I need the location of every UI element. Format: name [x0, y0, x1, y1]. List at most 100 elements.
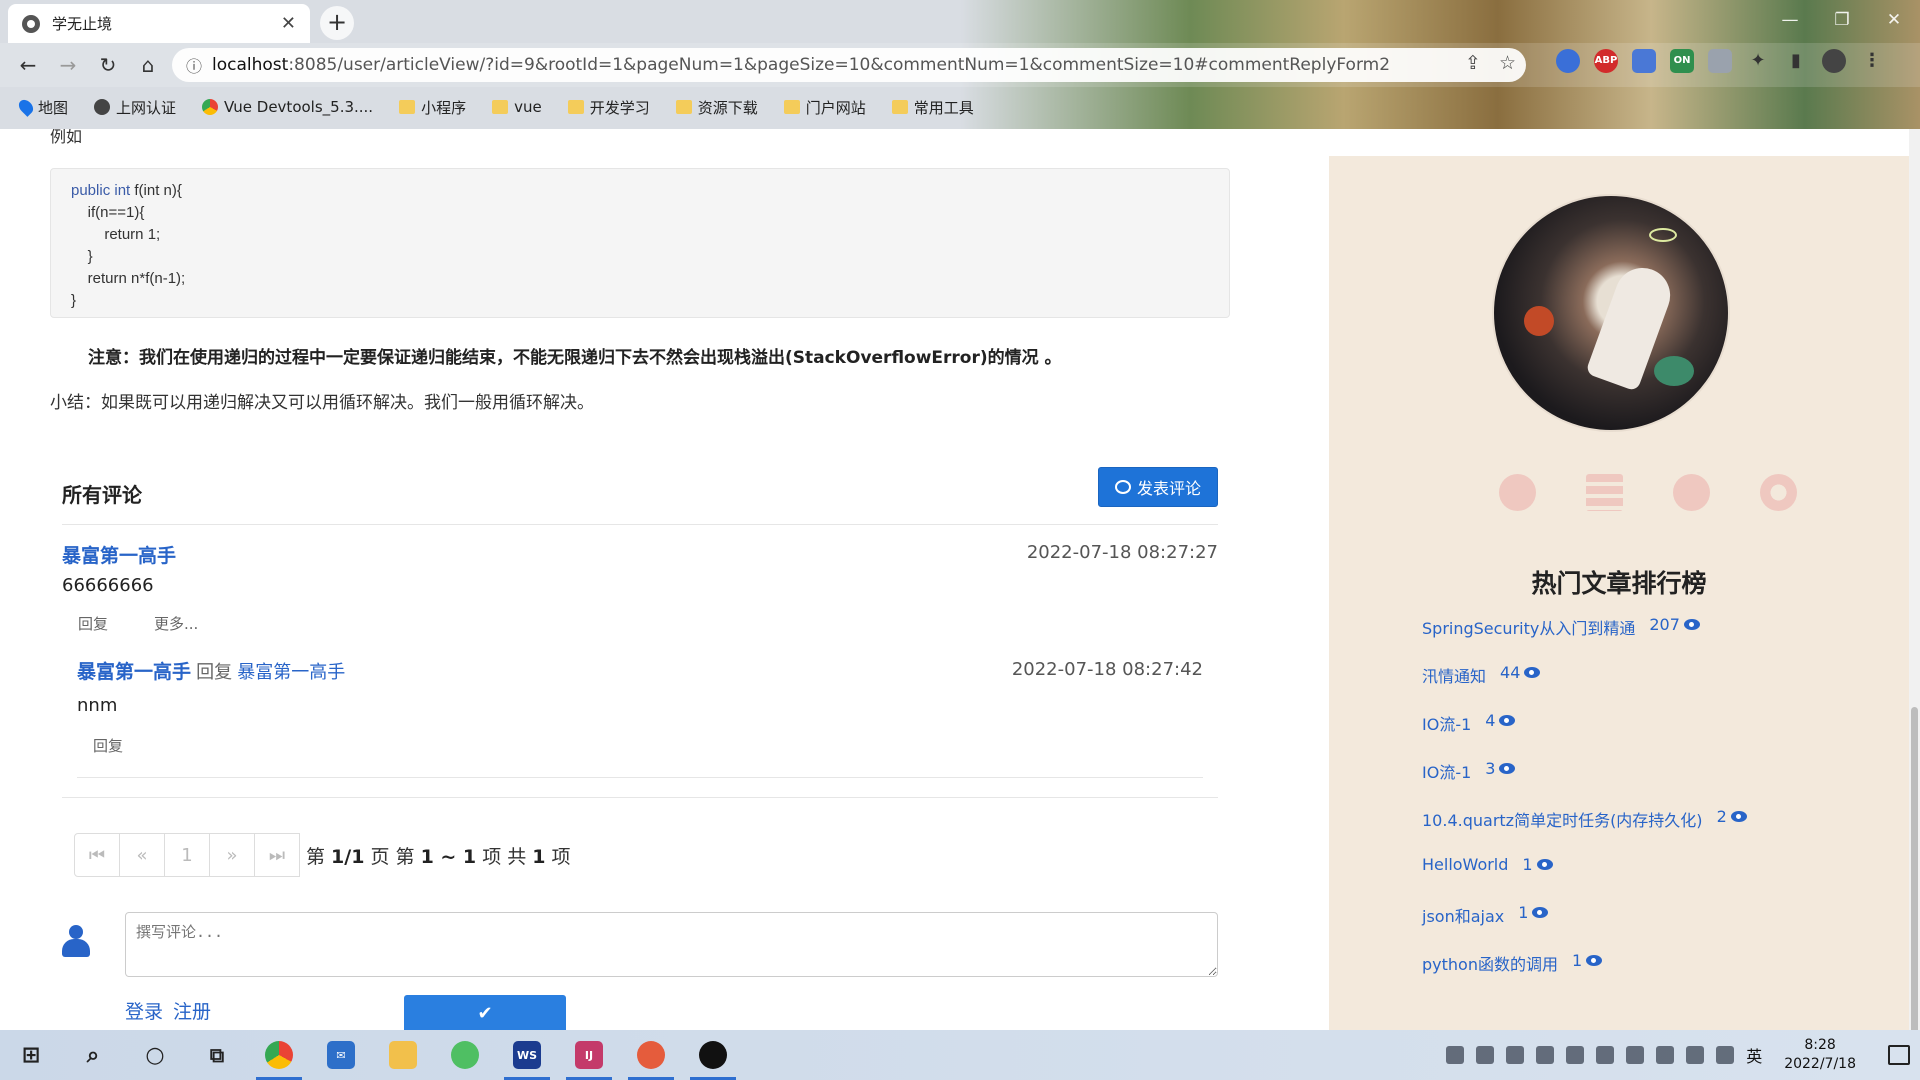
reload-icon[interactable]: ↻	[92, 49, 124, 81]
first-page-button[interactable]: ⏮	[74, 833, 120, 877]
webstorm-icon[interactable]: WS	[496, 1030, 558, 1080]
hot-article-title[interactable]: json和ajax	[1422, 903, 1504, 927]
battery-icon[interactable]	[1686, 1046, 1705, 1064]
post-comment-button[interactable]: 发表评论	[1097, 467, 1218, 507]
clipboard-icon[interactable]	[1596, 1046, 1615, 1064]
address-bar[interactable]: ⓘ localhost:8085/user/articleView/?id=9&…	[172, 48, 1526, 82]
chrome-taskbar-icon[interactable]	[248, 1030, 310, 1080]
bookmark-star-icon[interactable]: ☆	[1499, 52, 1516, 74]
hot-article-item[interactable]: IO流-1 4	[1422, 711, 1747, 759]
reply-author[interactable]: 暴富第一高手	[77, 661, 191, 683]
tray-app-icon[interactable]	[1566, 1046, 1585, 1064]
mail-taskbar-icon[interactable]: ✉	[310, 1030, 372, 1080]
page-1-button[interactable]: 1	[164, 833, 210, 877]
hot-article-item[interactable]: 汛情通知 44	[1422, 663, 1747, 711]
obs-icon[interactable]	[682, 1030, 744, 1080]
last-page-button[interactable]: ⏭	[254, 833, 300, 877]
login-link[interactable]: 登录	[125, 1001, 163, 1023]
menu-kebab-icon[interactable]: ⋮	[1860, 49, 1884, 73]
comment-author[interactable]: 暴富第一高手	[62, 541, 176, 568]
bookmark-folder-miniprogram[interactable]: 小程序	[399, 97, 466, 118]
submit-comment-button[interactable]: ✔	[404, 995, 566, 1030]
task-view-icon[interactable]: ⧉	[186, 1030, 248, 1080]
next-page-button[interactable]: »	[209, 833, 255, 877]
minimize-icon[interactable]: —	[1764, 0, 1816, 40]
home-icon[interactable]: ⌂	[132, 49, 164, 81]
hot-article-title[interactable]: SpringSecurity从入门到精通	[1422, 615, 1635, 639]
cortana-icon[interactable]: ○	[124, 1030, 186, 1080]
hot-article-item[interactable]: python函数的调用 1	[1422, 951, 1747, 999]
hot-article-title[interactable]: IO流-1	[1422, 759, 1471, 783]
nvidia-icon[interactable]	[1476, 1046, 1495, 1064]
translate-extension-icon[interactable]	[1632, 49, 1656, 73]
reply-reply-link[interactable]: 回复	[93, 735, 123, 756]
defender-icon[interactable]	[1626, 1046, 1645, 1064]
hot-article-item[interactable]: SpringSecurity从入门到精通 207	[1422, 615, 1747, 663]
scrollbar-thumb[interactable]	[1911, 707, 1918, 1030]
hot-article-item[interactable]: 10.4.quartz简单定时任务(内存持久化) 2	[1422, 807, 1747, 855]
share-icon[interactable]: ⇪	[1465, 52, 1481, 74]
weibo-icon[interactable]	[1673, 474, 1710, 511]
comment-reply-link[interactable]: 回复	[78, 613, 108, 634]
search-icon[interactable]: ⌕	[62, 1030, 124, 1080]
comment-more-link[interactable]: 更多...	[154, 613, 198, 634]
register-link[interactable]: 注册	[173, 1001, 211, 1023]
hot-article-title[interactable]: 10.4.quartz简单定时任务(内存持久化)	[1422, 807, 1703, 831]
folder-extension-icon[interactable]	[1708, 49, 1732, 73]
hot-article-item[interactable]: HelloWorld 1	[1422, 855, 1747, 903]
restore-icon[interactable]: ❐	[1816, 0, 1868, 40]
on-extension-icon[interactable]: ON	[1670, 49, 1694, 73]
hot-article-title[interactable]: 汛情通知	[1422, 663, 1486, 687]
hot-article-title[interactable]: IO流-1	[1422, 711, 1471, 735]
shield-icon[interactable]	[1446, 1046, 1465, 1064]
chevron-up-icon[interactable]	[1506, 1046, 1525, 1064]
app-green-icon[interactable]	[434, 1030, 496, 1080]
hot-article-title[interactable]: python函数的调用	[1422, 951, 1558, 975]
bookmark-folder-tools[interactable]: 常用工具	[891, 97, 974, 118]
system-clock[interactable]: 8:28 2022/7/18	[1784, 1036, 1856, 1074]
new-tab-button[interactable]: +	[320, 6, 354, 40]
chrome-icon[interactable]	[1760, 474, 1797, 511]
server-icon[interactable]	[1586, 474, 1623, 511]
folder-icon	[567, 100, 584, 114]
volume-icon[interactable]	[1716, 1046, 1735, 1064]
github-icon[interactable]	[1499, 474, 1536, 511]
tab-close-icon[interactable]: ✕	[281, 13, 296, 34]
extensions-puzzle-icon[interactable]: ✦	[1746, 49, 1770, 73]
bookmark-folder-portals[interactable]: 门户网站	[783, 97, 866, 118]
adblock-extension-icon[interactable]: ABP	[1594, 49, 1618, 73]
forward-icon[interactable]: →	[52, 49, 84, 81]
prev-page-button[interactable]: «	[119, 833, 165, 877]
reply-target[interactable]: 暴富第一高手	[237, 662, 345, 683]
comment-textarea[interactable]	[125, 912, 1218, 977]
input-method-indicator[interactable]: 英	[1746, 1043, 1762, 1067]
bookmark-vue-devtools[interactable]: Vue Devtools_5.3....	[202, 98, 373, 116]
security-icon[interactable]	[1536, 1046, 1555, 1064]
close-window-icon[interactable]: ✕	[1868, 0, 1920, 40]
wifi-icon[interactable]	[1656, 1046, 1675, 1064]
hot-article-item[interactable]: IO流-1 3	[1422, 759, 1747, 807]
site-info-icon[interactable]: ⓘ	[186, 53, 202, 77]
profile-avatar-icon[interactable]	[1822, 49, 1846, 73]
browser-tab[interactable]: 学无止境 ✕	[8, 4, 310, 43]
back-icon[interactable]: ←	[12, 49, 44, 81]
notification-center-icon[interactable]	[1888, 1045, 1910, 1065]
extension-globe-icon[interactable]	[1556, 49, 1580, 73]
intellij-icon[interactable]: IJ	[558, 1030, 620, 1080]
side-panel-icon[interactable]: ▮	[1784, 49, 1808, 73]
page-scrollbar[interactable]	[1909, 129, 1920, 1030]
hot-article-title[interactable]: HelloWorld	[1422, 855, 1508, 874]
bookmark-folder-downloads[interactable]: 资源下载	[675, 97, 758, 118]
bookmark-folder-dev[interactable]: 开发学习	[567, 97, 650, 118]
url-path: :8085/user/articleView/?id=9&rootId=1&pa…	[288, 55, 1391, 75]
comment-item: 暴富第一高手 2022-07-18 08:27:27 66666666 回复 更…	[62, 525, 1218, 645]
bookmark-network-auth[interactable]: 上网认证	[94, 97, 176, 118]
code-line: return n*f(n-1);	[71, 270, 186, 287]
bookmark-map[interactable]: 地图	[16, 97, 68, 118]
snipping-tool-icon[interactable]	[620, 1030, 682, 1080]
reply-body: nnm	[77, 695, 118, 716]
hot-article-item[interactable]: json和ajax 1	[1422, 903, 1747, 951]
start-windows-icon[interactable]: ⊞	[0, 1030, 62, 1080]
file-explorer-icon[interactable]	[372, 1030, 434, 1080]
bookmark-folder-vue[interactable]: vue	[492, 98, 542, 116]
